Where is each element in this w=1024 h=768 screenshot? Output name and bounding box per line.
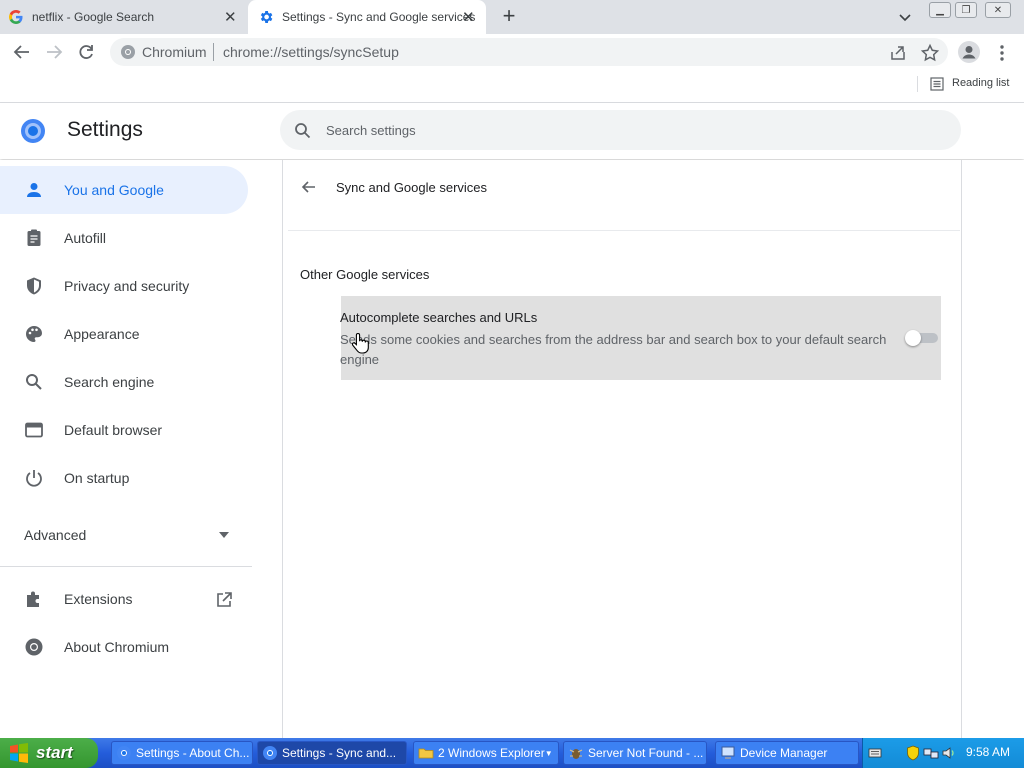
section-title: Other Google services [300, 267, 430, 282]
browser-window-icon [24, 420, 44, 440]
taskbar-item-label: Device Manager [740, 746, 828, 760]
taskbar-item-settings-sync[interactable]: Settings - Sync and... [257, 741, 407, 765]
settings-card [282, 160, 962, 738]
chromium-icon[interactable] [120, 44, 136, 60]
url-text[interactable]: chrome://settings/syncSetup [223, 44, 399, 60]
toggle-knob[interactable] [905, 330, 921, 346]
window-close-button[interactable]: ✕ [985, 2, 1011, 18]
sidebar-item-default-browser[interactable]: Default browser [0, 406, 248, 454]
page-title: Settings [67, 118, 143, 141]
power-icon [24, 468, 44, 488]
palette-icon [24, 324, 44, 344]
close-icon[interactable]: ✕ [224, 8, 237, 26]
taskbar-item-label: 2 Windows Explorer [438, 746, 545, 760]
sidebar-item-about-chromium[interactable]: About Chromium [0, 623, 248, 671]
search-icon [24, 372, 44, 392]
reading-list-button[interactable]: Reading list [952, 77, 1009, 89]
start-button[interactable]: start [0, 738, 98, 768]
keyboard-icon[interactable] [868, 746, 882, 760]
windows-flag-icon [8, 743, 30, 763]
new-tab-button[interactable]: + [498, 5, 520, 28]
sidebar-item-search-engine[interactable]: Search engine [0, 358, 248, 406]
folder-icon [418, 745, 434, 761]
security-shield-icon[interactable] [906, 745, 920, 761]
bookmark-star-icon[interactable] [920, 43, 940, 63]
sidebar-item-label: Privacy and security [64, 278, 190, 294]
setting-title: Autocomplete searches and URLs [340, 310, 538, 325]
site-chip-label: Chromium [142, 44, 207, 60]
taskbar-item-label: Settings - Sync and... [282, 746, 397, 760]
settings-gear-icon [258, 9, 274, 25]
sidebar-divider [0, 566, 252, 567]
bookmark-bar-divider [917, 76, 918, 92]
shield-icon [24, 276, 44, 296]
reload-icon[interactable] [76, 42, 96, 62]
puzzle-icon [24, 589, 44, 609]
caret-down-icon[interactable] [219, 532, 229, 538]
system-clock: 9:58 AM [966, 745, 1011, 759]
tab-settings-sync[interactable]: Settings - Sync and Google services ✕ [248, 0, 486, 34]
bookmark-bar [0, 70, 1024, 103]
open-in-new-icon[interactable] [215, 591, 233, 609]
sidebar-item-label: Autofill [64, 230, 107, 246]
bug-icon [568, 745, 584, 761]
chromium-icon [116, 745, 132, 761]
setting-description: Sends some cookies and searches from the… [340, 332, 887, 367]
google-g-icon [8, 9, 24, 25]
sidebar-item-privacy-and-security[interactable]: Privacy and security [0, 262, 248, 310]
tab-label: Settings - Sync and Google services [282, 10, 476, 24]
taskbar-item-label: Settings - About Ch... [136, 746, 250, 760]
sidebar-item-appearance[interactable]: Appearance [0, 310, 248, 358]
sidebar-item-on-startup[interactable]: On startup [0, 454, 248, 502]
sidebar-item-label: Search engine [64, 374, 155, 390]
taskbar-item-device-manager[interactable]: Device Manager [715, 741, 859, 765]
back-arrow-icon[interactable] [300, 178, 318, 196]
search-icon [294, 122, 311, 139]
sidebar-item-label: On startup [64, 470, 130, 486]
share-icon[interactable] [888, 43, 908, 63]
card-divider [288, 230, 960, 231]
chromium-logo-icon [20, 118, 46, 144]
chromium-icon [24, 637, 44, 657]
volume-icon[interactable] [941, 745, 957, 761]
window-restore-button[interactable]: ❐ [955, 2, 977, 18]
subpage-heading: Sync and Google services [336, 180, 488, 195]
omnibox-divider [213, 43, 214, 61]
sidebar-item-label: Appearance [64, 326, 140, 342]
taskbar-item-settings-about[interactable]: Settings - About Ch... [111, 741, 253, 765]
sidebar-item-label: Default browser [64, 422, 163, 438]
close-icon[interactable]: ✕ [462, 8, 475, 26]
tab-search-chevron-icon[interactable] [896, 8, 914, 26]
sidebar-item-extensions[interactable]: Extensions [0, 575, 248, 623]
sidebar-item-you-and-google[interactable]: You and Google [0, 166, 248, 214]
caret-down-icon: ▼ [544, 748, 553, 758]
taskbar-item-server-not-found[interactable]: Server Not Found - ... [563, 741, 707, 765]
hand-cursor-icon [352, 332, 370, 356]
start-label: start [36, 743, 73, 762]
clipboard-icon [24, 228, 44, 248]
person-icon [24, 180, 44, 200]
sidebar-item-label: About Chromium [64, 639, 170, 655]
profile-avatar-icon[interactable] [958, 41, 980, 63]
back-arrow-icon[interactable] [12, 42, 32, 62]
kebab-menu-icon[interactable] [996, 43, 1008, 63]
window-minimize-button[interactable]: ▁ [929, 2, 951, 18]
computer-icon [720, 745, 736, 761]
reading-list-icon[interactable] [930, 77, 944, 91]
chromium-icon [262, 745, 278, 761]
sidebar-item-label: You and Google [64, 182, 164, 198]
sidebar-item-label: Extensions [64, 591, 133, 607]
sidebar-item-autofill[interactable]: Autofill [0, 214, 248, 262]
tab-netflix-search[interactable]: netflix - Google Search ✕ [8, 0, 246, 34]
search-placeholder: Search settings [326, 123, 416, 138]
tab-label: netflix - Google Search [32, 10, 155, 24]
taskbar-item-windows-explorer[interactable]: 2 Windows Explorer ▼ [413, 741, 559, 765]
forward-arrow-icon[interactable] [44, 42, 64, 62]
taskbar-item-label: Server Not Found - ... [588, 746, 704, 760]
network-icon[interactable] [923, 745, 939, 761]
advanced-section-toggle[interactable]: Advanced [24, 527, 86, 543]
